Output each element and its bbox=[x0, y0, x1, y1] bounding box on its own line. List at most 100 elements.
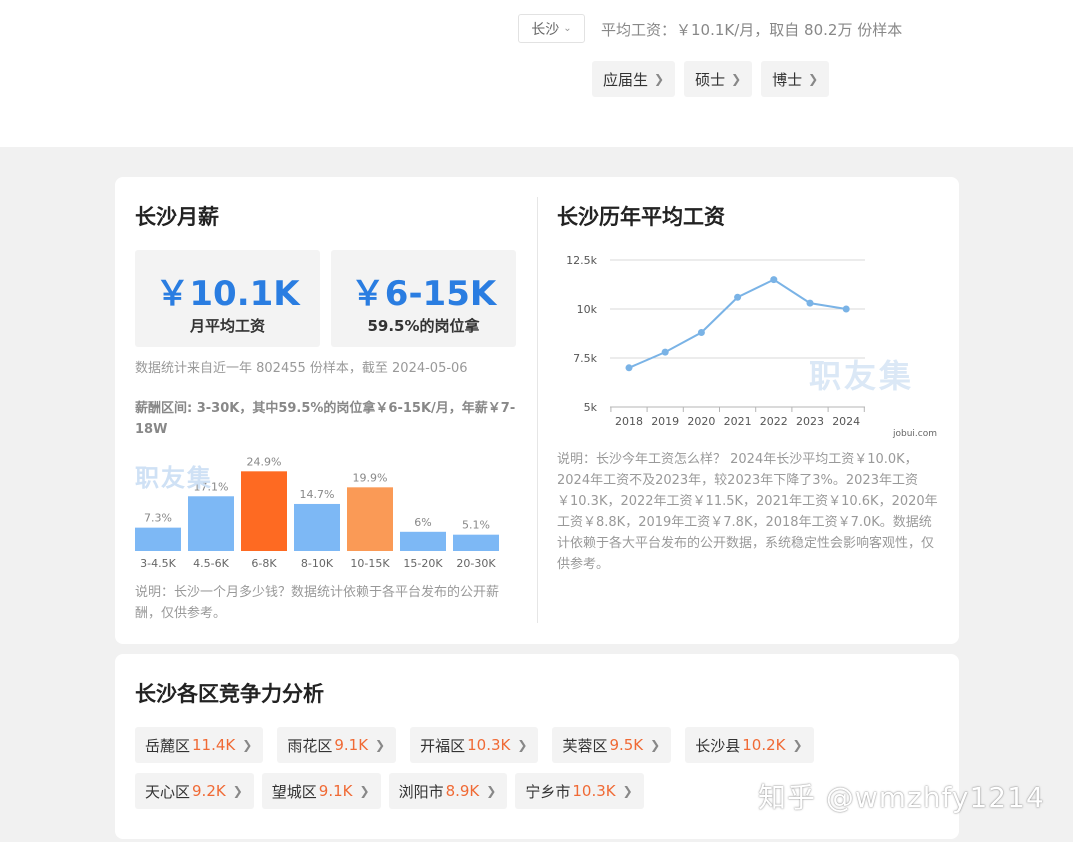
bar-value-label: 7.3% bbox=[144, 512, 172, 525]
salary-range-text: 薪酬区间: 3-30K，其中59.5%的岗位拿￥6-15K/月，年薪￥7-18W bbox=[135, 401, 516, 437]
district-salary: 9.5K bbox=[609, 736, 644, 754]
bar-value-label: 24.9% bbox=[247, 455, 282, 468]
district-title: 长沙各区竞争力分析 bbox=[135, 682, 324, 706]
district-name: 望城区 bbox=[271, 782, 317, 801]
salary-bar bbox=[241, 471, 287, 551]
data-point bbox=[770, 276, 778, 284]
line-chart-svg: 5k 7.5k 10k 12.5k 2018 2019 2020 2021 2022 2023 20… bbox=[566, 254, 937, 439]
common-range-box: ￥6-15K 59.5%的岗位拿 bbox=[331, 250, 516, 347]
common-range-label: 59.5%的岗位拿 bbox=[367, 317, 480, 335]
salary-bar bbox=[294, 503, 340, 551]
district-salary: 8.9K bbox=[445, 782, 480, 800]
district-salary: 9.1K bbox=[318, 782, 353, 800]
bar-category-label: 10-15K bbox=[350, 557, 390, 570]
y-tick-label: 10k bbox=[577, 303, 598, 316]
history-note: 说明：长沙今年工资怎么样？ 2024年长沙平均工资￥10.0K，2024年工资不… bbox=[557, 452, 938, 572]
chevron-right-icon: ❯ bbox=[792, 738, 803, 752]
x-tick-label: 2023 bbox=[796, 415, 824, 428]
chevron-right-icon: ❯ bbox=[622, 784, 633, 798]
data-point bbox=[697, 329, 705, 337]
bar-category-label: 20-30K bbox=[456, 557, 496, 570]
x-tick-label: 2018 bbox=[615, 415, 643, 428]
district-salary: 11.4K bbox=[192, 736, 236, 754]
chevron-down-icon: ⌄ bbox=[563, 23, 572, 34]
x-tick-label: 2020 bbox=[687, 415, 715, 428]
monthly-salary-title: 长沙月薪 bbox=[135, 205, 219, 229]
district-furong-button[interactable]: 芙蓉区 9.5K ❯ bbox=[552, 727, 672, 763]
history-line-chart: 职友集 5k 7.5k 10k 12.5k 2018 2019 2020 2021 2022 20… bbox=[555, 249, 945, 441]
salary-bar bbox=[347, 487, 393, 551]
data-point bbox=[734, 293, 742, 301]
district-yuhua-button[interactable]: 雨花区 9.1K ❯ bbox=[277, 727, 397, 763]
chevron-right-icon: ❯ bbox=[654, 72, 665, 86]
district-salary: 9.1K bbox=[334, 736, 369, 754]
top-filter-area: 长沙 ⌄ 平均工资：￥10.1K/月，取自 80.2万 份样本 应届生 ❯ 硕士… bbox=[0, 0, 1073, 147]
bar-category-label: 15-20K bbox=[403, 557, 443, 570]
district-row: 天心区 9.2K ❯ 望城区 9.1K ❯ 浏阳市 8.9K ❯ 宁乡市 10.… bbox=[135, 773, 814, 809]
filter-graduate-button[interactable]: 应届生 ❯ bbox=[592, 61, 676, 97]
district-name: 天心区 bbox=[145, 782, 191, 801]
data-point bbox=[842, 305, 850, 313]
bar-category-label: 8-10K bbox=[301, 557, 334, 570]
chevron-right-icon: ❯ bbox=[808, 72, 819, 86]
chart-watermark: 职友集 bbox=[135, 464, 213, 492]
chevron-right-icon: ❯ bbox=[517, 738, 528, 752]
district-ningxiang-button[interactable]: 宁乡市 10.3K ❯ bbox=[515, 773, 644, 809]
district-name: 开福区 bbox=[420, 736, 466, 755]
source-label: jobui.com bbox=[892, 429, 937, 439]
bar-value-label: 6% bbox=[414, 516, 431, 529]
bar-value-label: 5.1% bbox=[462, 519, 490, 532]
district-row: 岳麓区 11.4K ❯ 雨花区 9.1K ❯ 开福区 10.3K ❯ 芙蓉区 9… bbox=[135, 727, 814, 763]
district-name: 芙蓉区 bbox=[562, 736, 608, 755]
chevron-right-icon: ❯ bbox=[486, 784, 497, 798]
bar-category-label: 4.5-6K bbox=[193, 557, 229, 570]
salary-card: 长沙月薪 ￥10.1K 月平均工资 ￥6-15K 59.5%的岗位拿 数据统计来… bbox=[115, 177, 959, 644]
y-tick-label: 7.5k bbox=[573, 352, 597, 365]
chevron-right-icon: ❯ bbox=[232, 784, 243, 798]
salary-bar bbox=[188, 496, 234, 551]
district-yuelu-button[interactable]: 岳麓区 11.4K ❯ bbox=[135, 727, 264, 763]
salary-bar bbox=[453, 534, 499, 551]
average-salary-box: ￥10.1K 月平均工资 bbox=[135, 250, 320, 347]
city-select[interactable]: 长沙 ⌄ bbox=[518, 14, 585, 43]
filter-master-button[interactable]: 硕士 ❯ bbox=[684, 61, 753, 97]
filter-buttons: 应届生 ❯ 硕士 ❯ 博士 ❯ bbox=[592, 61, 830, 97]
district-changshaxian-button[interactable]: 长沙县 10.2K ❯ bbox=[685, 727, 814, 763]
x-tick-label: 2019 bbox=[651, 415, 679, 428]
data-point bbox=[661, 348, 669, 356]
chevron-right-icon: ❯ bbox=[242, 738, 253, 752]
y-tick-label: 12.5k bbox=[566, 254, 597, 267]
chevron-right-icon: ❯ bbox=[359, 784, 370, 798]
district-kaifu-button[interactable]: 开福区 10.3K ❯ bbox=[410, 727, 539, 763]
zhihu-watermark: 知乎 @wmzhfy1214 bbox=[758, 781, 1045, 814]
filter-label: 博士 bbox=[772, 70, 803, 89]
district-name: 宁乡市 bbox=[525, 782, 571, 801]
salary-bar bbox=[135, 527, 181, 551]
x-tick-label: 2024 bbox=[832, 415, 860, 428]
y-tick-label: 5k bbox=[584, 401, 598, 414]
history-salary-title: 长沙历年平均工资 bbox=[557, 205, 725, 229]
district-wangcheng-button[interactable]: 望城区 9.1K ❯ bbox=[261, 773, 381, 809]
bar-value-label: 14.7% bbox=[300, 488, 335, 501]
district-list: 岳麓区 11.4K ❯ 雨花区 9.1K ❯ 开福区 10.3K ❯ 芙蓉区 9… bbox=[135, 727, 814, 819]
sample-source-note: 数据统计来自近一年 802455 份样本，截至 2024-05-06 bbox=[135, 361, 468, 376]
filter-label: 硕士 bbox=[695, 70, 726, 89]
common-range-value: ￥6-15K bbox=[350, 274, 497, 314]
bar-category-label: 3-4.5K bbox=[140, 557, 176, 570]
x-tick-label: 2022 bbox=[760, 415, 788, 428]
filter-phd-button[interactable]: 博士 ❯ bbox=[761, 61, 830, 97]
district-name: 岳麓区 bbox=[145, 736, 191, 755]
district-salary: 9.2K bbox=[192, 782, 226, 800]
city-select-label: 长沙 bbox=[531, 21, 560, 38]
bar-value-label: 19.9% bbox=[353, 471, 388, 484]
x-tick-label: 2021 bbox=[724, 415, 752, 428]
district-name: 浏阳市 bbox=[398, 782, 444, 801]
district-salary: 10.3K bbox=[467, 736, 511, 754]
bar-category-label: 6-8K bbox=[251, 557, 277, 570]
chevron-right-icon: ❯ bbox=[731, 72, 742, 86]
chevron-right-icon: ❯ bbox=[375, 738, 386, 752]
district-tianxin-button[interactable]: 天心区 9.2K ❯ bbox=[135, 773, 254, 809]
district-liuyang-button[interactable]: 浏阳市 8.9K ❯ bbox=[388, 773, 508, 809]
filter-label: 应届生 bbox=[603, 70, 649, 89]
district-name: 长沙县 bbox=[695, 736, 741, 755]
